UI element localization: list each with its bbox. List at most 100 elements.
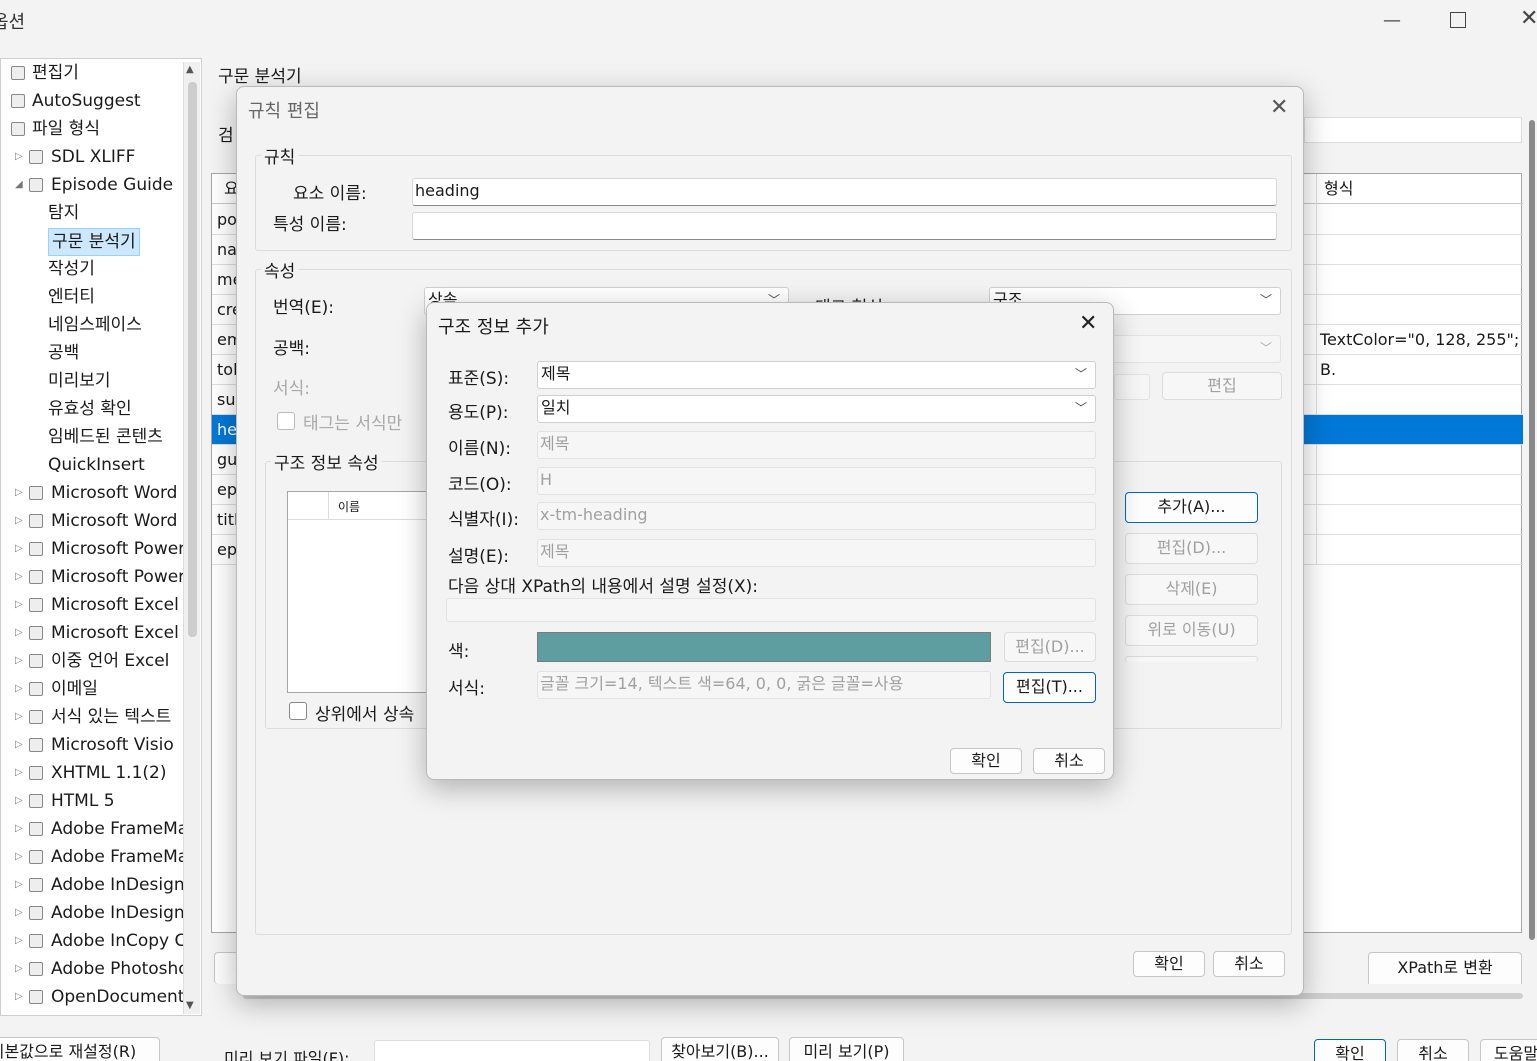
whitespace-combo[interactable]: ﹀ <box>1112 335 1281 363</box>
xpath-convert-button[interactable]: XPath로 변환 <box>1368 952 1522 984</box>
tree-item[interactable]: ▷ Microsoft Word <box>1 508 185 534</box>
col-format[interactable]: 형식 <box>1324 174 1353 204</box>
tree-item[interactable]: AutoSuggest <box>1 88 185 114</box>
expand-arrow-icon[interactable]: ▷ <box>15 844 23 870</box>
tree-item[interactable]: ▷ XHTML 1.1(2) <box>1 760 185 786</box>
delete-button[interactable]: 삭제(E) <box>1125 574 1258 605</box>
bottom-button-partial[interactable] <box>214 952 238 984</box>
expand-arrow-icon[interactable]: ▷ <box>15 732 23 758</box>
color-edit-button[interactable]: 편집(D)... <box>1004 632 1096 662</box>
add-button[interactable]: 추가(A)... <box>1125 492 1258 523</box>
list-col-name[interactable]: 이름 <box>338 498 360 515</box>
expand-arrow-icon[interactable]: ▷ <box>15 536 23 562</box>
tree-item[interactable]: ▷ Adobe Photosho <box>1 956 189 982</box>
standard-combo[interactable]: 제목 ﹀ <box>537 361 1096 389</box>
tree-item[interactable]: ▷ Adobe FrameMa <box>1 844 188 870</box>
close-icon[interactable]: ✕ <box>1270 95 1288 120</box>
element-name-input[interactable]: heading <box>412 178 1277 206</box>
edit-button[interactable]: 편집(D)... <box>1125 533 1258 564</box>
minimize-icon[interactable]: — <box>1383 10 1401 31</box>
expand-arrow-icon[interactable]: ▷ <box>15 144 23 170</box>
collapse-arrow-icon[interactable]: ◢ <box>15 172 23 198</box>
expand-arrow-icon[interactable]: ▷ <box>15 620 23 646</box>
tree-item[interactable]: QuickInsert <box>1 452 185 478</box>
expand-arrow-icon[interactable]: ▷ <box>15 592 23 618</box>
expand-arrow-icon[interactable]: ▷ <box>15 480 23 506</box>
scroll-down-icon[interactable]: ▼ <box>186 1000 194 1011</box>
expand-arrow-icon[interactable]: ▷ <box>15 676 23 702</box>
tree-item[interactable]: ▷ HTML 5 <box>1 788 185 814</box>
close-icon[interactable]: ✕ <box>1520 6 1537 31</box>
tree-item[interactable]: 탐지 <box>1 200 185 226</box>
preview-file-input[interactable] <box>374 1040 650 1061</box>
purpose-combo[interactable]: 일치 ﹀ <box>537 395 1096 423</box>
format-edit-button[interactable]: 편집(T)... <box>1003 672 1096 703</box>
expand-arrow-icon[interactable]: ▷ <box>15 872 23 898</box>
scroll-thumb[interactable] <box>188 82 197 637</box>
reset-defaults-button[interactable]: 기본값으로 재설정(R) <box>0 1037 160 1061</box>
tree-item[interactable]: ▷ Microsoft Visio <box>1 732 185 758</box>
tree-item[interactable]: 네임스페이스 <box>1 312 185 338</box>
color-swatch[interactable] <box>537 632 991 662</box>
search-input[interactable] <box>1304 117 1522 143</box>
id-field[interactable]: x-tm-heading <box>537 502 1096 530</box>
tree-item[interactable]: ▷ 이메일 <box>1 676 185 702</box>
format-field[interactable]: 글꼴 크기=14, 텍스트 색=64, 0, 0, 굵은 글꼴=사용 <box>537 671 991 699</box>
help-button[interactable]: 도움말 <box>1480 1039 1537 1061</box>
expand-arrow-icon[interactable]: ▷ <box>15 816 23 842</box>
format-field[interactable] <box>1114 374 1150 400</box>
tree-item[interactable]: ▷ OpenDocument <box>1 984 185 1010</box>
options-tree[interactable]: 편집기 AutoSuggest 파일 형식 ▷ SDL XLIFF ◢ Episode Gu… <box>0 58 202 1016</box>
tree-item[interactable]: 유효성 확인 <box>1 396 185 422</box>
maximize-icon[interactable] <box>1450 12 1466 28</box>
struct-properties-list[interactable]: 이름 <box>287 491 429 693</box>
ok-button[interactable]: 확인 <box>1133 951 1205 977</box>
tree-item[interactable]: ▷ Adobe InDesign <box>1 900 185 926</box>
xpath-field[interactable] <box>446 598 1096 622</box>
tree-item[interactable]: 작성기 <box>1 256 185 282</box>
format-edit-button[interactable]: 편집 <box>1162 372 1282 400</box>
move-down-button[interactable] <box>1125 656 1258 662</box>
expand-arrow-icon[interactable]: ▷ <box>15 788 23 814</box>
main-vscroll-thumb[interactable] <box>1529 120 1535 940</box>
tree-item[interactable]: ◢ Episode Guide <box>1 172 185 198</box>
tree-scrollbar[interactable]: ▲ ▼ <box>183 62 200 1014</box>
expand-arrow-icon[interactable]: ▷ <box>15 984 23 1010</box>
tree-item[interactable]: 파일 형식 <box>1 116 185 142</box>
tree-item[interactable]: 엔터티 <box>1 284 185 310</box>
browse-button[interactable]: 찾아보기(B)... <box>661 1037 779 1061</box>
scroll-up-icon[interactable]: ▲ <box>186 64 194 75</box>
tree-item[interactable]: 구문 분석기 <box>1 228 185 256</box>
attribute-name-input[interactable] <box>412 212 1277 240</box>
expand-arrow-icon[interactable]: ▷ <box>15 900 23 926</box>
expand-arrow-icon[interactable]: ▷ <box>15 648 23 674</box>
tree-item[interactable]: 미리보기 <box>1 368 185 394</box>
tree-item[interactable]: ▷ SDL XLIFF <box>1 144 185 170</box>
code-field[interactable]: H <box>537 467 1096 495</box>
tree-item[interactable]: 임베드된 콘텐츠 <box>1 424 185 450</box>
name-field[interactable]: 제목 <box>537 431 1096 459</box>
tree-item[interactable]: ▷ 서식 있는 텍스트 <box>1 704 185 730</box>
tree-item[interactable]: 공백 <box>1 340 185 366</box>
tree-item[interactable]: ▷ Microsoft Excel 9 <box>1 620 195 646</box>
tree-item[interactable]: ▷ 이중 언어 Excel <box>1 648 185 674</box>
tree-item[interactable]: ▷ Adobe FrameMa <box>1 816 188 842</box>
tree-item[interactable]: ▷ Microsoft Excel 2 <box>1 592 195 618</box>
expand-arrow-icon[interactable]: ▷ <box>15 704 23 730</box>
tree-item[interactable]: ▷ Microsoft Power <box>1 564 185 590</box>
tree-item[interactable]: ▷ Adobe InDesign <box>1 872 185 898</box>
ok-button[interactable]: 확인 <box>950 748 1022 774</box>
preview-button[interactable]: 미리 보기(P) <box>789 1037 904 1061</box>
tree-item[interactable]: ▷ Adobe InCopy C <box>1 928 186 954</box>
cancel-button[interactable]: 취소 <box>1213 951 1285 977</box>
expand-arrow-icon[interactable]: ▷ <box>15 956 23 982</box>
description-field[interactable]: 제목 <box>537 539 1096 567</box>
expand-arrow-icon[interactable]: ▷ <box>15 760 23 786</box>
tree-item[interactable]: 편집기 <box>1 60 185 86</box>
expand-arrow-icon[interactable]: ▷ <box>15 928 23 954</box>
tags-format-checkbox[interactable] <box>277 412 295 430</box>
tree-item[interactable]: ▷ Microsoft Word <box>1 480 185 506</box>
cancel-button[interactable]: 취소 <box>1033 748 1105 774</box>
inherit-checkbox[interactable] <box>289 702 307 720</box>
close-icon[interactable]: ✕ <box>1079 311 1097 336</box>
